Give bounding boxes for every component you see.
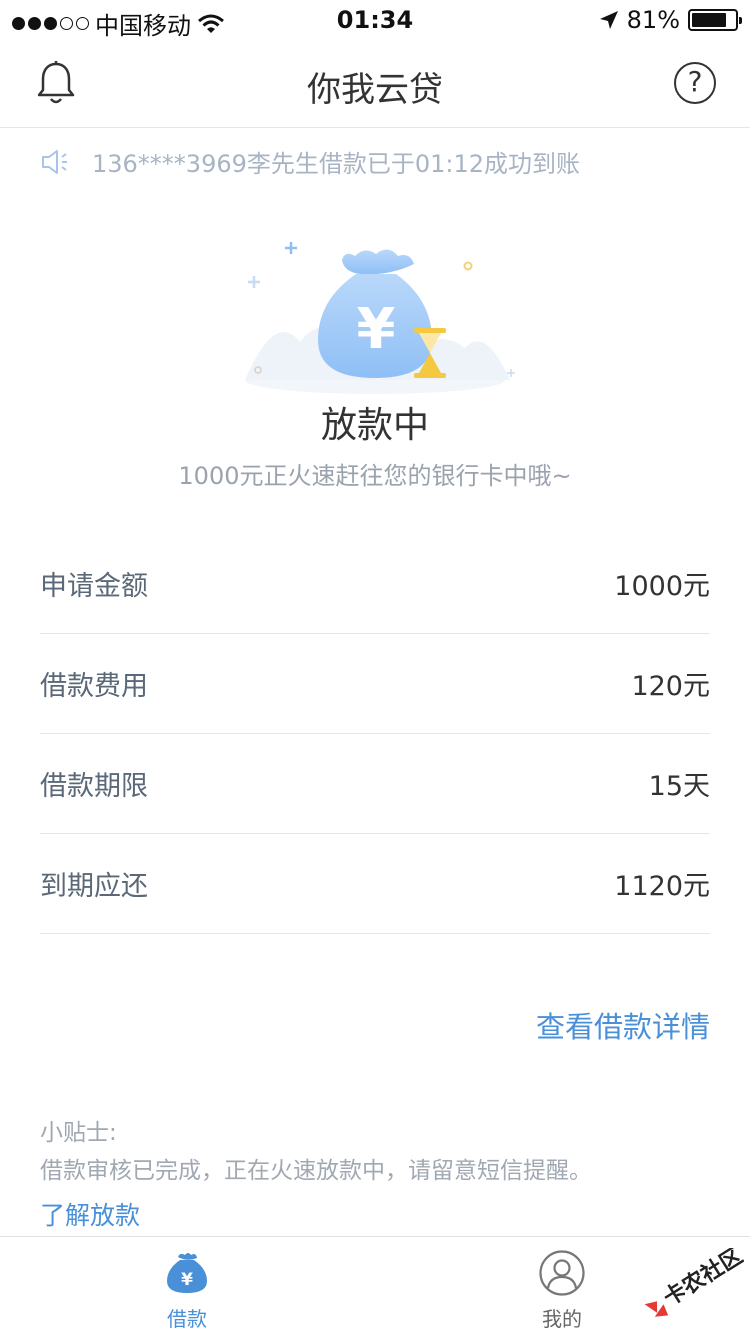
nav-bar: 你我云贷 ? bbox=[0, 40, 750, 128]
money-bag-illustration: ¥ bbox=[245, 242, 515, 394]
info-value: 15天 bbox=[648, 771, 710, 802]
tab-mine[interactable]: 我的 bbox=[492, 1249, 632, 1332]
battery-icon bbox=[688, 9, 742, 31]
watermark-text: 卡农社区 bbox=[659, 1248, 744, 1311]
loan-status-subtitle: 1000元正火速赶往您的银行卡中哦~ bbox=[178, 462, 572, 490]
loan-info-list: 申请金额 1000元 借款费用 120元 借款期限 15天 到期应还 1120元 bbox=[40, 534, 710, 934]
tips-section: 小贴士: 借款审核已完成，正在火速放款中，请留意短信提醒。 bbox=[40, 1114, 720, 1190]
location-arrow-icon bbox=[599, 11, 618, 29]
user-icon bbox=[539, 1250, 585, 1296]
battery-fill bbox=[692, 13, 727, 27]
help-icon: ? bbox=[687, 65, 703, 98]
yen-glyph: ¥ bbox=[357, 297, 396, 362]
tab-label: 借款 bbox=[167, 1307, 207, 1331]
tab-yen-glyph: ¥ bbox=[181, 1270, 193, 1290]
yen-symbol: ¥ bbox=[357, 297, 396, 362]
money-bag-icon: ¥ bbox=[167, 1253, 207, 1293]
info-label: 到期应还 bbox=[40, 871, 148, 902]
speaker-icon bbox=[42, 149, 67, 174]
status-right: 81% bbox=[599, 6, 742, 34]
info-label: 申请金额 bbox=[40, 571, 148, 602]
info-row-loan-fee: 借款费用 120元 bbox=[40, 634, 710, 734]
info-row-due-amount: 到期应还 1120元 bbox=[40, 834, 710, 934]
learn-disbursement-link[interactable]: 了解放款 bbox=[40, 1196, 140, 1232]
info-value: 120元 bbox=[631, 671, 710, 702]
tab-loan[interactable]: ¥ 借款 bbox=[117, 1249, 257, 1332]
tab-label: 我的 bbox=[542, 1307, 582, 1331]
watermark-logo: 卡农社区 bbox=[644, 1248, 744, 1317]
info-value: 1120元 bbox=[614, 871, 710, 902]
view-loan-details-link[interactable]: 查看借款详情 bbox=[536, 1004, 710, 1046]
info-label: 借款费用 bbox=[40, 671, 148, 702]
status-bar: 中国移动 01:34 81% bbox=[0, 0, 750, 40]
info-label: 借款期限 bbox=[40, 771, 148, 802]
page-title: 你我云贷 bbox=[307, 70, 443, 110]
tips-body: 借款审核已完成，正在火速放款中，请留意短信提醒。 bbox=[40, 1158, 592, 1184]
info-row-loan-term: 借款期限 15天 bbox=[40, 734, 710, 834]
info-row-apply-amount: 申请金额 1000元 bbox=[40, 534, 710, 634]
info-value: 1000元 bbox=[614, 571, 710, 602]
battery-percent: 81% bbox=[626, 6, 680, 34]
notice-text: 136****3969李先生借款已于01:12成功到账 bbox=[92, 150, 581, 178]
tips-title: 小贴士: bbox=[40, 1120, 117, 1146]
loan-status-title: 放款中 bbox=[320, 405, 429, 446]
notice-bar: 136****3969李先生借款已于01:12成功到账 bbox=[40, 144, 580, 179]
help-button[interactable]: ? bbox=[674, 62, 716, 104]
